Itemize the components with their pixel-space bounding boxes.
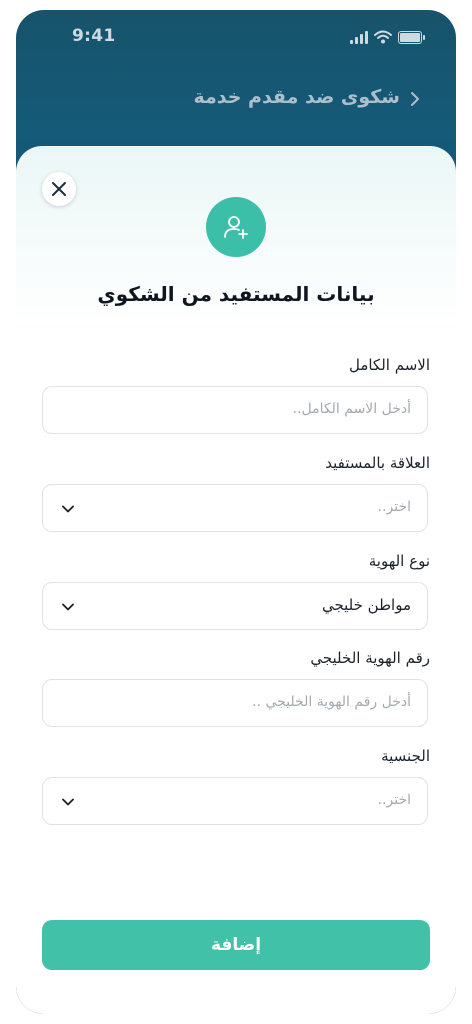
nationality-placeholder: اختر.. [377, 792, 411, 808]
status-time: 9:41 [72, 26, 116, 46]
page-title: شكوى ضد مقدم خدمة [193, 86, 400, 108]
nationality-select[interactable]: اختر.. [42, 777, 428, 825]
add-button[interactable]: إضافة [42, 920, 430, 970]
wifi-icon [374, 30, 392, 44]
id-type-label: نوع الهوية [368, 552, 430, 570]
gulf-id-placeholder: أدخل رقم الهوية الخليجي .. [252, 694, 411, 710]
full-name-label: الاسم الكامل [348, 356, 430, 374]
battery-icon [398, 31, 425, 44]
gulf-id-label: رقم الهوية الخليجي [310, 649, 430, 667]
full-name-placeholder: أدخل الاسم الكامل.. [292, 401, 411, 417]
status-icons [350, 30, 425, 44]
gulf-id-input[interactable]: أدخل رقم الهوية الخليجي .. [42, 679, 428, 727]
chevron-down-icon [62, 798, 74, 806]
relationship-placeholder: اختر.. [377, 499, 411, 515]
chevron-down-icon [62, 505, 74, 513]
sheet-title: بيانات المستفيد من الشكوي [97, 282, 375, 306]
relationship-select[interactable]: اختر.. [42, 484, 428, 532]
chevron-left-icon[interactable] [404, 88, 426, 110]
top-bar: شكوى ضد مقدم خدمة [16, 84, 456, 114]
phone-screen: 9:41 شكوى ضد مقدم خدمة بيانات المستفيد م… [16, 10, 456, 1014]
beneficiary-sheet: بيانات المستفيد من الشكوي الاسم الكامل أ… [16, 146, 456, 1014]
status-bar: 9:41 [16, 10, 456, 64]
chevron-down-icon [62, 603, 74, 611]
add-user-icon [224, 216, 248, 239]
avatar-badge [206, 197, 266, 257]
id-type-value: مواطن خليجي [321, 596, 411, 614]
nationality-label: الجنسية [381, 747, 430, 765]
close-icon [52, 182, 66, 196]
relationship-label: العلاقة بالمستفيد [325, 454, 430, 472]
signal-icon [350, 31, 368, 44]
full-name-input[interactable]: أدخل الاسم الكامل.. [42, 386, 428, 434]
close-button[interactable] [42, 172, 76, 206]
id-type-select[interactable]: مواطن خليجي [42, 582, 428, 630]
